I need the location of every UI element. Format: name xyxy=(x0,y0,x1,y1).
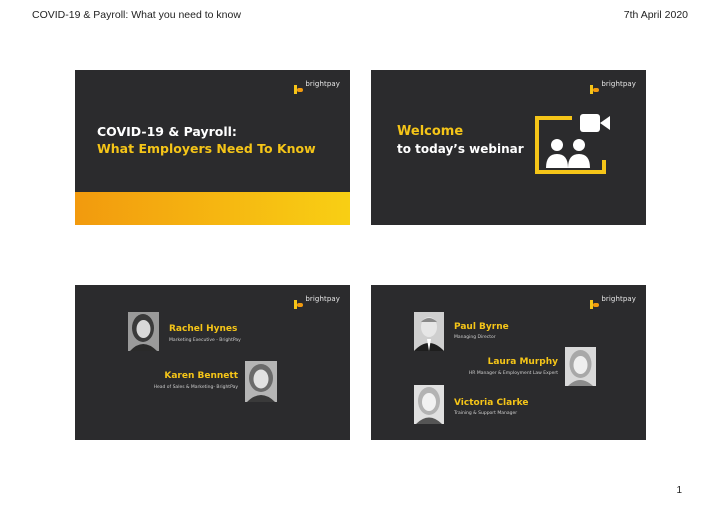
guest-name: Victoria Clarke xyxy=(454,398,529,408)
slide-title: brightpay COVID-19 & Payroll: What Emplo… xyxy=(75,70,350,225)
guest-name: Paul Byrne xyxy=(454,322,509,332)
presenter-photo xyxy=(245,361,277,402)
brightpay-logo: brightpay xyxy=(590,79,636,94)
brightpay-logo: brightpay xyxy=(294,79,340,94)
guest-photo xyxy=(414,312,444,351)
logo-text: brightpay xyxy=(601,79,636,88)
guest-name: Laura Murphy xyxy=(487,357,558,367)
brightpay-logo: brightpay xyxy=(294,294,340,309)
page-number: 1 xyxy=(676,485,682,496)
webcam-meeting-icon xyxy=(535,114,610,174)
presenter-name: Rachel Hynes xyxy=(169,324,238,334)
guest-role: Training & Support Manager xyxy=(454,411,518,416)
brightpay-logo: brightpay xyxy=(590,294,636,309)
slide-welcome: brightpay Welcome to today’s webinar xyxy=(371,70,646,225)
presenter-role: Head of Sales & Marketing- BrightPay xyxy=(153,385,238,390)
slide-presenters: brightpay Rachel Hynes Marketing Executi… xyxy=(75,285,350,440)
document-title: COVID-19 & Payroll: What you need to kno… xyxy=(32,9,241,21)
gradient-bar xyxy=(75,192,350,225)
presenter-role: Marketing Executive - BrightPay xyxy=(169,338,241,343)
document-date: 7th April 2020 xyxy=(623,9,688,21)
welcome-subheading: to today’s webinar xyxy=(397,142,524,156)
slide-guests: brightpay Paul Byrne Managing Director L… xyxy=(371,285,646,440)
welcome-heading: Welcome xyxy=(397,124,464,139)
brightpay-logo-icon xyxy=(294,79,304,94)
brightpay-logo-icon xyxy=(590,79,600,94)
presenter-photo xyxy=(128,312,159,351)
logo-text: brightpay xyxy=(601,294,636,303)
brightpay-logo-icon xyxy=(294,294,304,309)
guest-photo xyxy=(565,347,596,386)
guest-photo xyxy=(414,385,444,424)
logo-text: brightpay xyxy=(305,79,340,88)
guest-role: Managing Director xyxy=(454,335,496,340)
presenter-name: Karen Bennett xyxy=(164,371,238,381)
guest-role: HR Manager & Employment Law Expert xyxy=(468,371,558,376)
logo-text: brightpay xyxy=(305,294,340,303)
brightpay-logo-icon xyxy=(590,294,600,309)
slide-title-line2: What Employers Need To Know xyxy=(97,141,316,156)
slide-title-line1: COVID-19 & Payroll: xyxy=(97,124,237,139)
